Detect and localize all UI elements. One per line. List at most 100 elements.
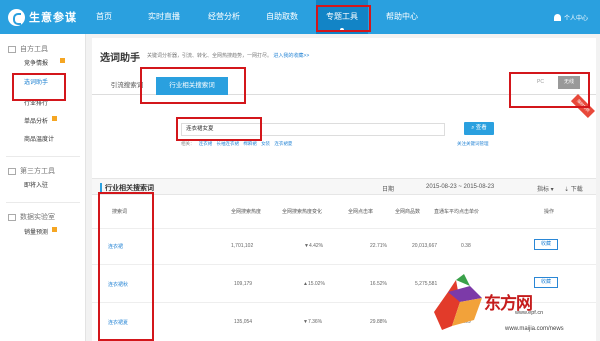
sidebar-item-label: 选词助手	[24, 80, 49, 86]
search-button[interactable]: ⌕ 查看	[464, 122, 494, 135]
section-title: 行业相关搜索词	[100, 183, 154, 193]
new-badge	[60, 58, 65, 63]
sidebar-item-coming-soon[interactable]: 即将入驻	[24, 180, 84, 193]
metric-label: 指标	[537, 187, 550, 193]
download-label: 下载	[570, 187, 583, 193]
sidebar-item-label: 单品分析	[24, 119, 49, 125]
row-items: 20,013,667	[412, 243, 438, 249]
col-header-heat-change[interactable]: 全网搜索热度变化	[282, 208, 322, 215]
row-heat: 109,179	[234, 281, 253, 287]
sidebar-item-label: 竞争情报	[24, 61, 49, 67]
user-menu[interactable]: 个人中心	[553, 13, 588, 22]
sidebar-divider	[6, 156, 80, 157]
tools-icon	[8, 45, 16, 53]
col-header-ctr[interactable]: 全网点击率	[348, 208, 373, 215]
related-word[interactable]: 长袖连衣裙	[217, 141, 240, 146]
chevron-down-icon: ▾	[549, 187, 554, 193]
nav-realtime[interactable]: 实时直播	[140, 0, 188, 34]
user-icon	[553, 14, 561, 21]
row-heat: 135,054	[234, 319, 253, 325]
keyword-manage-link[interactable]: 关注关键词管理	[457, 141, 489, 147]
watermark-url: www.epf.cn	[515, 310, 544, 316]
tab-bar: 引流搜索词 行业相关搜索词	[92, 71, 596, 95]
download-button[interactable]: ⇣ 下载	[564, 184, 583, 193]
device-wireless-button[interactable]: 无线	[558, 76, 580, 89]
row-keyword[interactable]: 连衣裙	[108, 243, 123, 250]
top-nav-bar: 生意参谋 首页 实时直播 经营分析 自助取数 专题工具 帮助中心 个人中心	[0, 0, 600, 34]
sidebar-group-own-tools[interactable]: 自方工具	[8, 44, 48, 54]
table-row-divider	[92, 264, 596, 265]
related-word[interactable]: 连衣裙	[199, 141, 213, 146]
nav-help[interactable]: 帮助中心	[378, 0, 426, 34]
new-badge	[52, 116, 57, 121]
related-word[interactable]: 女装	[261, 141, 270, 146]
logo-icon	[8, 8, 25, 26]
promo-ribbon: 限时特供	[570, 94, 595, 119]
nav-self-data[interactable]: 自助取数	[258, 0, 306, 34]
metric-select[interactable]: 指标 ▾	[537, 184, 554, 193]
tab-traffic-keywords[interactable]: 引流搜索词	[102, 77, 152, 95]
date-label: 日期	[382, 187, 395, 193]
favorite-button[interactable]: 收藏	[534, 239, 558, 250]
row-ctr: 16.52%	[370, 281, 387, 287]
row-keyword[interactable]: 连衣裙夏	[108, 319, 128, 326]
sidebar-divider	[6, 202, 80, 203]
col-header-keyword: 搜索词	[112, 209, 128, 215]
sidebar-item-label: 商品温度计	[24, 137, 55, 143]
device-pc[interactable]: PC	[537, 79, 544, 85]
sidebar-item-industry-rank[interactable]: 行业排行	[24, 98, 84, 111]
nav-home[interactable]: 首页	[87, 0, 121, 34]
new-badge	[52, 227, 57, 232]
search-input[interactable]: 连衣裙女夏	[181, 123, 445, 136]
date-range-picker[interactable]: 2015-08-23 ~ 2015-08-23	[426, 184, 494, 190]
sidebar-item-product-thermometer[interactable]: 商品温度计	[24, 134, 84, 147]
lab-icon	[8, 213, 16, 221]
watermark-logo-icon	[434, 274, 482, 330]
sidebar-group-third-party[interactable]: 第三方工具	[8, 166, 55, 176]
section-header: 行业相关搜索词 日期 2015-08-23 ~ 2015-08-23 指标 ▾ …	[92, 178, 596, 195]
sidebar: 自方工具 竞争情报 选词助手 行业排行 单品分析 商品温度计 第三方工具 即将入…	[0, 34, 86, 341]
related-prefix: 相关：	[181, 141, 195, 146]
logo[interactable]: 生意参谋	[8, 8, 77, 26]
favorite-button[interactable]: 收藏	[534, 277, 558, 288]
row-keyword[interactable]: 连衣裙秋	[108, 281, 128, 288]
sidebar-item-competition[interactable]: 竞争情报	[24, 58, 84, 71]
sidebar-group-label: 数据实验室	[20, 214, 55, 221]
nav-special-tools[interactable]: 专题工具	[316, 0, 368, 34]
tab-industry-keywords[interactable]: 行业相关搜索词	[156, 77, 228, 95]
row-change: ▲15.02%	[303, 281, 325, 287]
sidebar-group-label: 自方工具	[20, 46, 48, 53]
user-label: 个人中心	[563, 16, 588, 22]
table-divider	[92, 228, 596, 229]
third-party-icon	[8, 167, 16, 175]
col-header-items[interactable]: 全网商品数	[395, 208, 420, 215]
page-title: 选词助手	[100, 53, 140, 64]
sidebar-item-label: 销量预测	[24, 230, 49, 236]
description-text: 关键词分析器，引流、转化、全网热搜趋势，一网打尽。	[147, 53, 273, 59]
row-heat: 1,701,102	[231, 243, 254, 249]
related-words: 相关： 连衣裙 长袖连衣裙 棉麻裙 女装 连衣裙夏	[181, 141, 295, 147]
page-description: 关键词分析器，引流、转化、全网热搜趋势，一网打尽。 进入我的收藏>>	[147, 52, 309, 59]
sidebar-item-label: 即将入驻	[24, 183, 49, 189]
logo-text: 生意参谋	[29, 12, 77, 24]
related-word[interactable]: 棉麻裙	[243, 141, 257, 146]
row-change: ▼4.42%	[304, 243, 324, 249]
col-header-operation: 操作	[544, 209, 555, 215]
related-word[interactable]: 连衣裙夏	[274, 141, 292, 146]
row-ctr: 22.71%	[370, 243, 387, 249]
col-header-heat[interactable]: 全网搜索热度	[231, 208, 261, 215]
sidebar-item-sales-forecast[interactable]: 销量预测	[24, 227, 84, 240]
col-header-cpc[interactable]: 直通车平均点击单价	[434, 208, 479, 215]
sidebar-item-label: 行业排行	[24, 101, 49, 107]
sidebar-group-data-lab[interactable]: 数据实验室	[8, 212, 55, 222]
nav-analysis[interactable]: 经营分析	[200, 0, 248, 34]
download-icon: ⇣	[564, 187, 571, 193]
favorites-link[interactable]: 进入我的收藏>>	[273, 53, 309, 59]
row-ctr: 29.88%	[370, 319, 387, 325]
sidebar-item-product-analysis[interactable]: 单品分析	[24, 116, 84, 129]
watermark-url-2: www.maijia.com/news	[505, 326, 564, 332]
sidebar-item-keyword-helper[interactable]: 选词助手	[24, 77, 84, 90]
ribbon-label: 限时特供	[570, 94, 595, 119]
search-button-label: 查看	[475, 125, 487, 131]
row-cpc: 0.38	[461, 243, 471, 249]
